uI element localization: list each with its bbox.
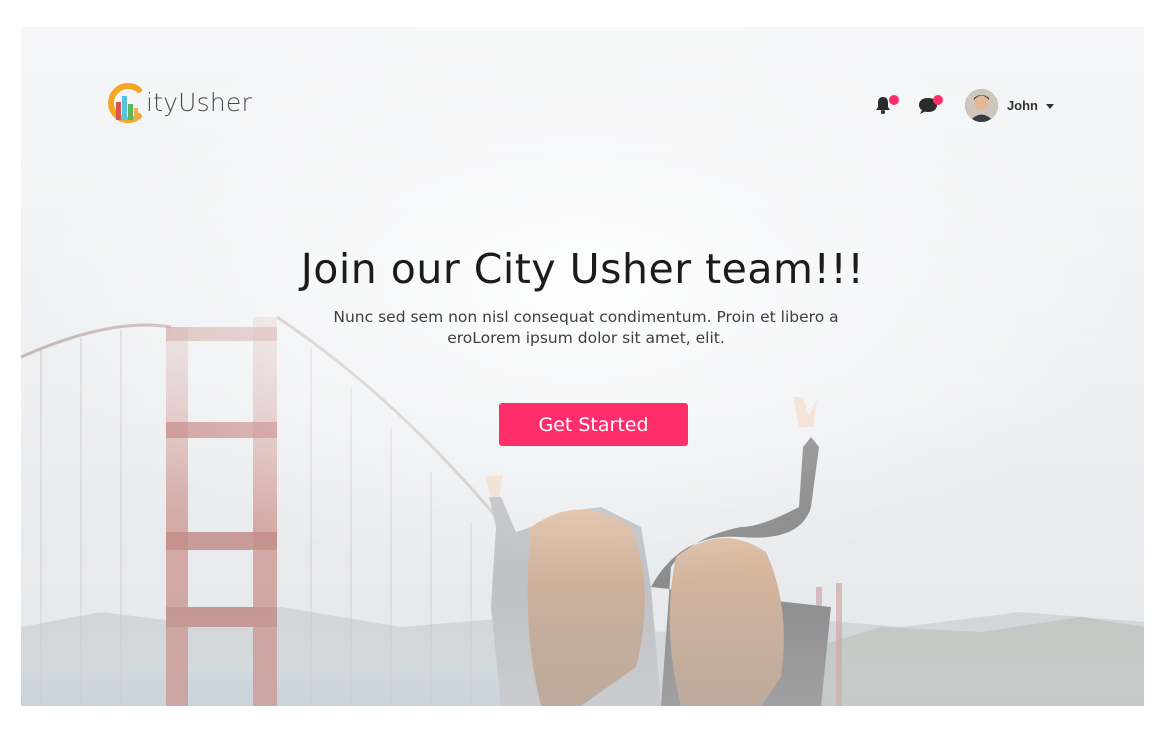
notifications-unread-badge (888, 95, 899, 105)
header-actions: John (873, 88, 1054, 122)
hero-section: ityUsher John Join our City Usher team!!… (21, 27, 1144, 706)
messages-unread-badge (932, 95, 943, 105)
user-avatar (964, 88, 998, 122)
hero-title: Join our City Usher team!!! (300, 245, 865, 293)
caret-down-icon (1046, 103, 1054, 109)
hero-background-image (21, 27, 1144, 706)
get-started-button[interactable]: Get Started (499, 403, 688, 446)
messages-button[interactable] (917, 92, 943, 118)
brand-logo[interactable]: ityUsher (105, 79, 252, 125)
hero-subtitle: Nunc sed sem non nisl consequat condimen… (333, 308, 839, 347)
city-logo-icon (108, 83, 142, 123)
notifications-button[interactable] (873, 92, 899, 118)
user-name: John (1006, 97, 1038, 113)
user-menu[interactable]: John (964, 88, 1054, 122)
logo-text: ityUsher (146, 87, 252, 117)
